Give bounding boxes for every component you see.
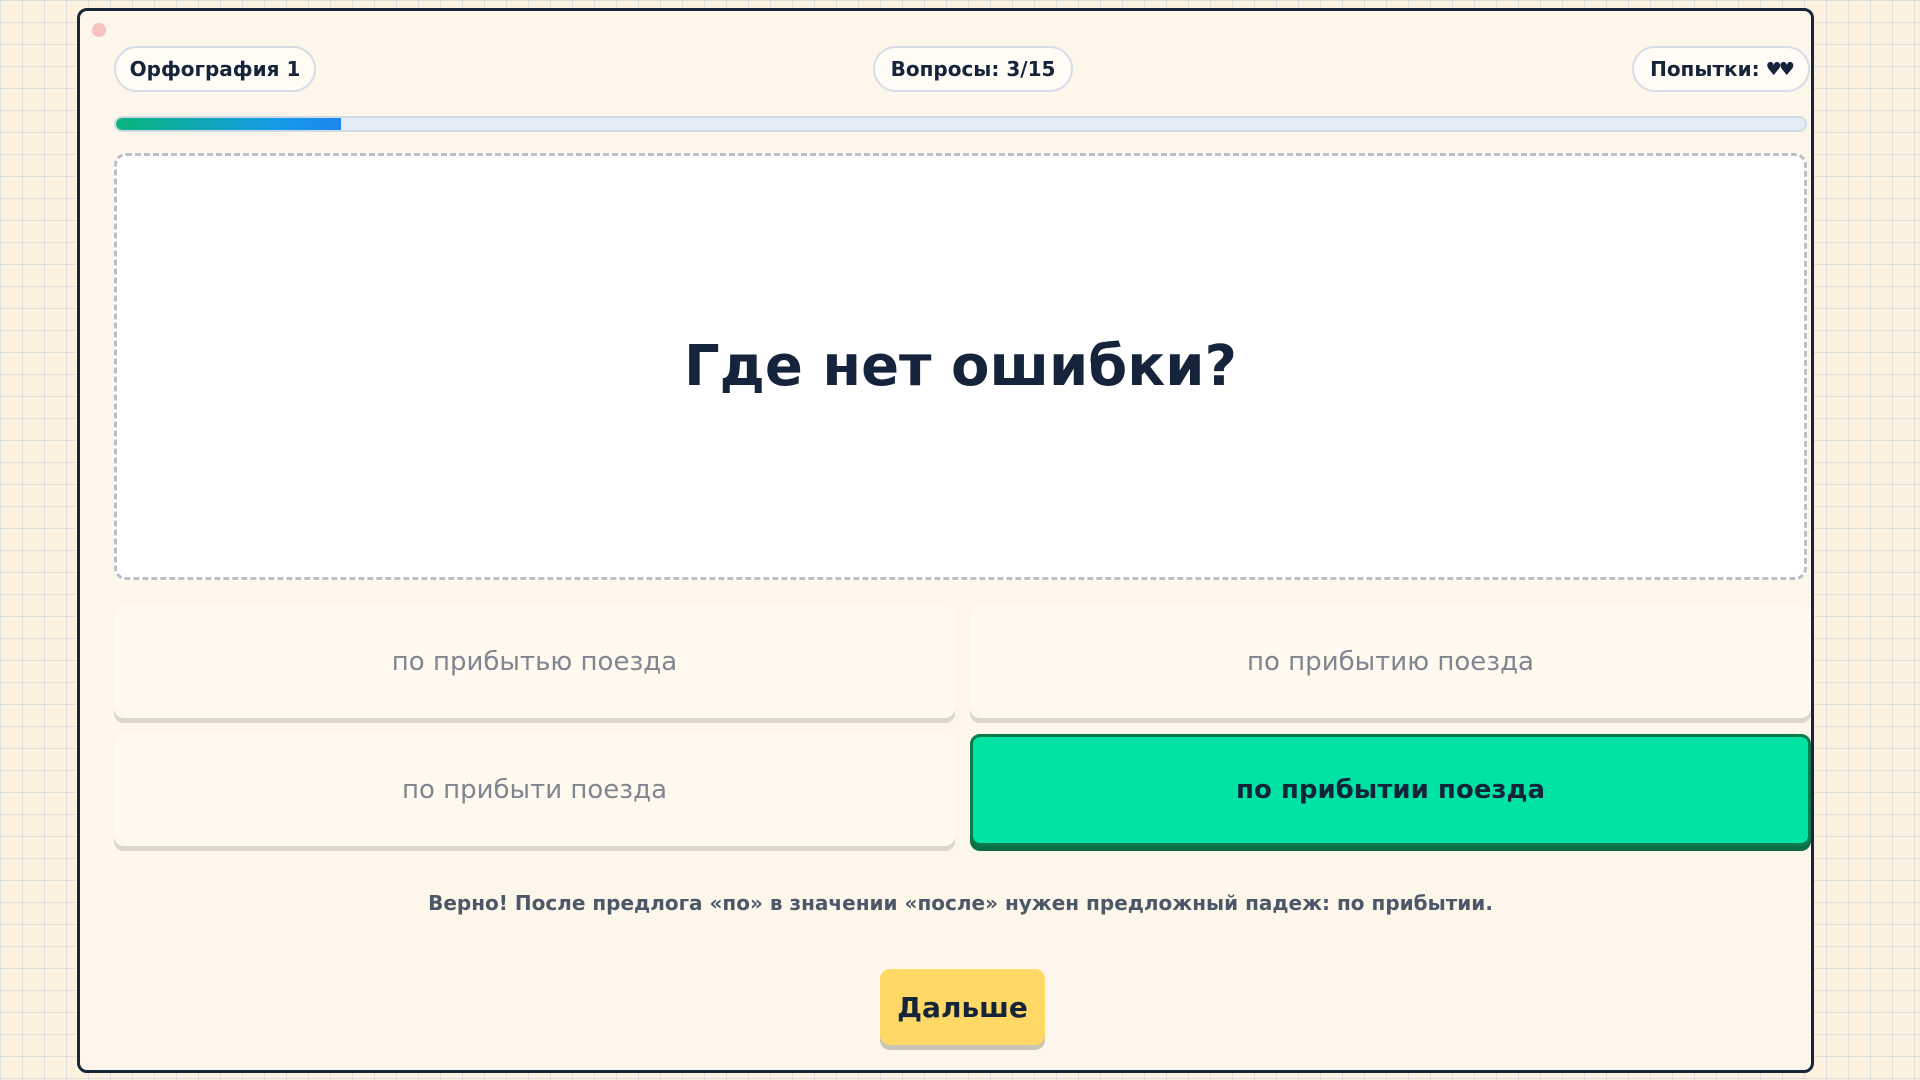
level-badge: Орфография 1 [114,46,316,92]
question-text: Где нет ошибки? [683,334,1238,399]
answer-option-4-correct[interactable]: по прибытии поезда [970,734,1811,846]
attempts-label: Попытки: [1650,57,1760,81]
question-card: Где нет ошибки? [114,153,1807,580]
question-counter-label: Вопросы: 3/15 [890,57,1056,81]
quiz-window: Орфография 1 Вопросы: 3/15 Попытки: ♥♥ Г… [77,8,1814,1073]
answer-option-1[interactable]: по прибытью поезда [114,606,955,718]
attempts-badge: Попытки: ♥♥ [1632,46,1810,92]
answer-option-label: по прибыти поезда [401,775,668,805]
answer-option-label: по прибытию поезда [1247,647,1534,677]
close-window-dot[interactable] [92,23,106,37]
answer-option-2[interactable]: по прибытию поезда [970,606,1811,718]
feedback-message: Верно! После предлога «по» в значении «п… [428,891,1493,915]
next-button[interactable]: Дальше [880,969,1045,1045]
answer-option-3[interactable]: по прибыти поезда [114,734,955,846]
question-counter: Вопросы: 3/15 [873,46,1073,92]
answer-option-label: по прибытии поезда [1235,775,1545,805]
answer-option-label: по прибытью поезда [391,647,678,677]
progress-bar [114,116,1807,132]
level-label: Орфография 1 [129,57,301,81]
heart-icon: ♥♥ [1765,58,1795,80]
progress-fill [116,118,341,130]
